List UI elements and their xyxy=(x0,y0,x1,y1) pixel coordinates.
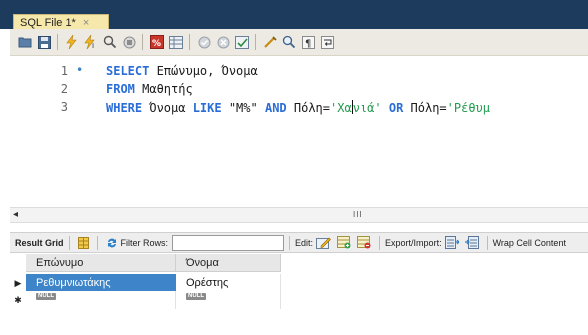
sql-keyword: AND xyxy=(264,101,287,115)
refresh-icon[interactable] xyxy=(106,237,118,249)
scrollbar-grip[interactable]: III xyxy=(353,208,363,222)
table-row-new[interactable]: ✱ NULL NULL xyxy=(10,291,281,309)
line-number: 1 xyxy=(60,64,68,78)
sql-keyword: SELECT xyxy=(106,64,150,78)
grid-cell-eponymo[interactable]: Ρεθυμνιωτάκης xyxy=(26,274,176,292)
sql-editor[interactable]: 1 • SELECT Επώνυμο, Όνομα 2 FROM Μαθητής 3 WHE… xyxy=(10,57,588,207)
code-text: FROM Μαθητής xyxy=(106,82,193,96)
new-row-marker-icon: ✱ xyxy=(14,294,22,305)
sql-text: Μαθητής xyxy=(134,82,193,96)
sql-string: νιά' xyxy=(352,101,382,115)
limit-rows-icon[interactable] xyxy=(167,33,185,51)
toolbar-separator xyxy=(486,235,488,250)
beautify-icon[interactable] xyxy=(261,33,279,51)
stop-icon[interactable] xyxy=(120,33,138,51)
execute-icon[interactable] xyxy=(63,33,81,51)
toolbar-separator xyxy=(255,34,256,50)
rollback-icon[interactable] xyxy=(214,33,232,51)
sql-keyword: WHERE xyxy=(106,101,143,115)
row-marker-header xyxy=(10,254,26,272)
statement-marker-icon: • xyxy=(76,63,84,77)
grid-header-row: Επώνυμο Όνομα xyxy=(10,254,281,272)
editor-line[interactable]: 2 FROM Μαθητής xyxy=(10,82,588,100)
svg-text:¶: ¶ xyxy=(305,38,311,49)
grid-cell-null[interactable]: NULL xyxy=(26,291,176,309)
sql-text: Πόλη= xyxy=(403,101,447,115)
toggle-output-icon[interactable]: % xyxy=(148,33,166,51)
editor-horizontal-scrollbar[interactable]: ◂ III xyxy=(10,207,588,223)
line-number: 3 xyxy=(60,100,68,114)
editor-line[interactable]: 1 • SELECT Επώνυμο, Όνομα xyxy=(10,63,588,82)
scroll-left-icon[interactable]: ◂ xyxy=(13,208,18,222)
sql-text: "M%" xyxy=(221,101,265,115)
tab-sql-file-1[interactable]: SQL File 1* × xyxy=(13,14,109,30)
wrap-icon[interactable] xyxy=(318,33,336,51)
import-icon[interactable] xyxy=(464,236,479,249)
code-text: WHERE Όνομα LIKE "M%" AND Πόλη='Χανιά' O… xyxy=(106,100,490,115)
column-header-eponymo[interactable]: Επώνυμο xyxy=(26,254,176,272)
delete-row-icon[interactable] xyxy=(357,236,371,249)
grid-cell-onoma[interactable]: Ορέστης xyxy=(176,274,281,292)
line-number: 2 xyxy=(60,82,68,96)
execute-current-icon[interactable]: I xyxy=(82,33,100,51)
tab-close-icon[interactable]: × xyxy=(83,17,89,29)
explain-icon[interactable] xyxy=(101,33,119,51)
column-header-onoma[interactable]: Όνομα xyxy=(176,254,281,272)
toolbar-separator xyxy=(379,235,381,250)
find-icon[interactable] xyxy=(280,33,298,51)
null-badge: NULL xyxy=(186,293,206,300)
toolbar-separator xyxy=(57,34,58,50)
export-import-label: Export/Import: xyxy=(385,237,442,248)
svg-text:%: % xyxy=(152,39,161,49)
null-badge: NULL xyxy=(36,293,56,300)
toolbar-separator xyxy=(189,34,190,50)
sql-string: 'Χα xyxy=(330,101,352,115)
autocommit-icon[interactable] xyxy=(233,33,251,51)
export-icon[interactable] xyxy=(444,236,459,249)
tab-title: SQL File 1* xyxy=(20,16,76,29)
toolbar-separator xyxy=(96,235,98,250)
sql-text: Πόλη= xyxy=(286,101,331,115)
sql-text: Όνομα xyxy=(142,101,193,115)
edit-label: Edit: xyxy=(295,237,314,248)
svg-text:I: I xyxy=(92,42,94,49)
commit-icon[interactable] xyxy=(195,33,213,51)
invisible-chars-icon[interactable]: ¶ xyxy=(299,33,317,51)
code-text: SELECT Επώνυμο, Όνομα xyxy=(106,64,258,78)
filter-rows-label: Filter Rows: xyxy=(120,237,169,248)
sql-string: 'Ρέθυμ xyxy=(446,101,491,115)
sql-text: Επώνυμο, Όνομα xyxy=(149,64,258,78)
edit-row-icon[interactable] xyxy=(316,236,331,249)
toolbar-separator xyxy=(68,235,70,250)
editor-toolbar: I % ¶ xyxy=(10,29,588,56)
sql-keyword: OR xyxy=(388,101,404,115)
save-icon[interactable] xyxy=(35,33,53,51)
folder-open-icon[interactable] xyxy=(16,33,34,51)
editor-line[interactable]: 3 WHERE Όνομα LIKE "M%" AND Πόλη='Χανιά' … xyxy=(10,100,588,118)
sql-keyword: LIKE xyxy=(192,101,222,115)
toolbar-separator xyxy=(289,235,291,250)
filter-rows-input[interactable] xyxy=(172,234,285,251)
table-row[interactable]: ▶ Ρεθυμνιωτάκης Ορέστης xyxy=(10,274,281,292)
grid-cell-null[interactable]: NULL xyxy=(176,291,281,309)
editor-tab-bar: SQL File 1* × xyxy=(0,0,588,30)
current-row-marker-icon: ▶ xyxy=(14,277,22,288)
toolbar-separator xyxy=(142,34,143,50)
wrap-cell-content-label[interactable]: Wrap Cell Content xyxy=(493,238,566,248)
grid-view-icon[interactable] xyxy=(77,236,89,249)
result-grid-label[interactable]: Result Grid xyxy=(15,238,64,248)
sql-keyword: FROM xyxy=(106,82,135,96)
add-row-icon[interactable] xyxy=(337,236,351,249)
result-toolbar: Result Grid Filter Rows: Edit: Export/Im… xyxy=(10,232,588,253)
